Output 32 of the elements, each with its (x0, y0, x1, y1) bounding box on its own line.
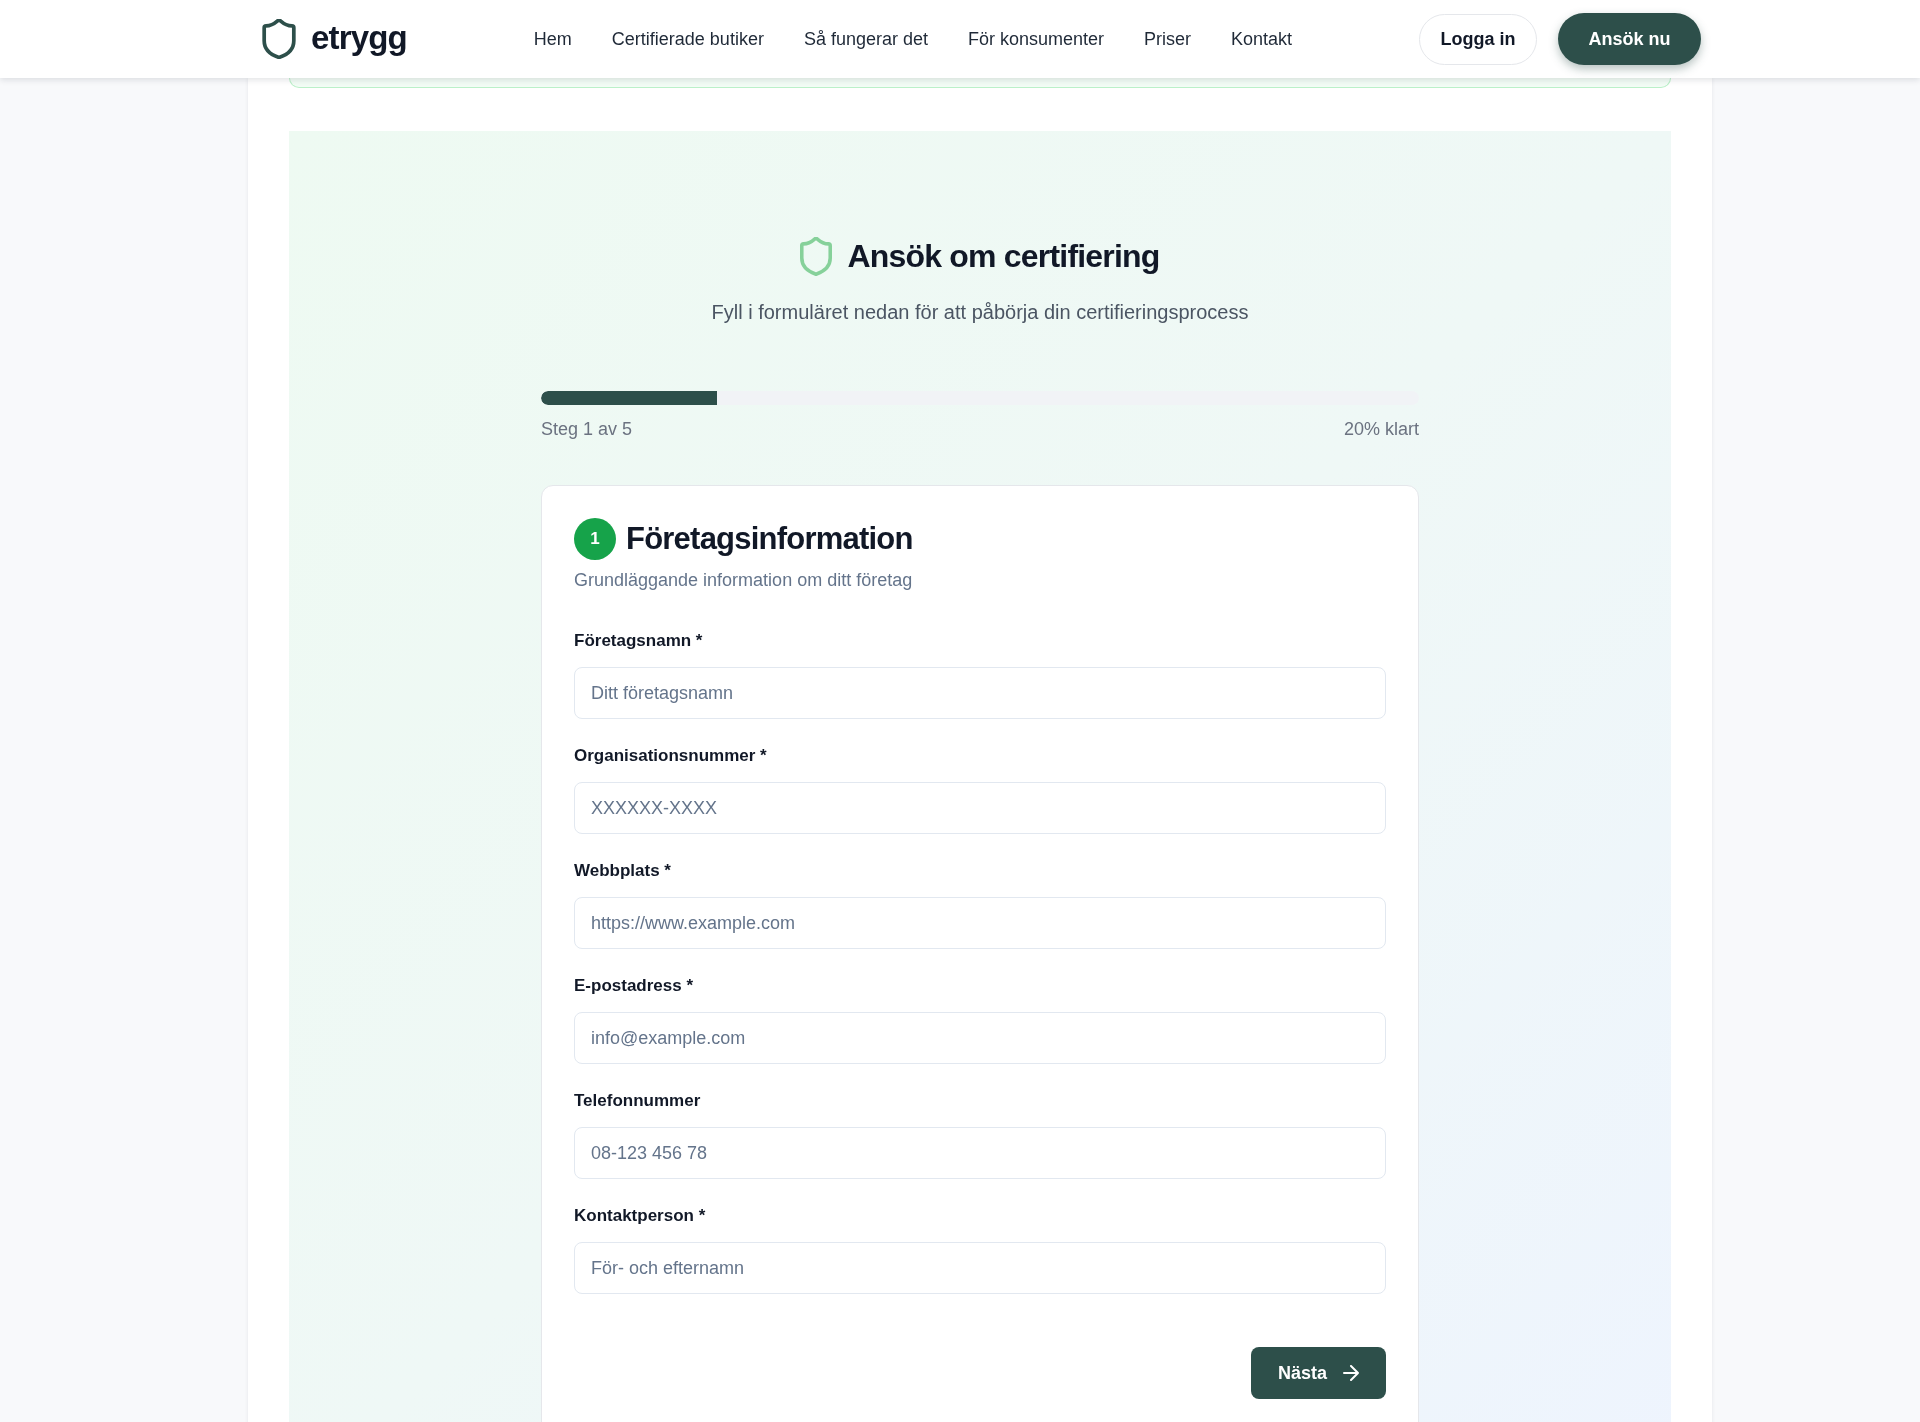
nav-link[interactable]: Så fungerar det (803, 25, 928, 53)
next-button[interactable]: Nästa (1251, 1347, 1386, 1399)
completion-percent: 20% klart (1343, 418, 1419, 441)
input-field[interactable]: XXXXXX-XXXX (574, 782, 1386, 834)
nav-link[interactable]: Hem (533, 25, 572, 53)
page-subtitle: Fyll i formuläret nedan för att påbörja din certifieringsprocess (711, 300, 1249, 325)
input-field[interactable]: info@example.com (574, 1012, 1386, 1064)
field-label: Webbplats * (574, 860, 672, 882)
step-number: 1 (574, 518, 616, 560)
arrow-right-icon (1343, 1365, 1359, 1381)
form-title: Företagsinformation (626, 520, 913, 558)
input-field[interactable]: För- och efternamn (574, 1242, 1386, 1294)
page-title: Ansök om certifiering (847, 237, 1160, 276)
input-field[interactable]: 08-123 456 78 (574, 1127, 1386, 1179)
input-field[interactable]: Ditt företagsnamn (574, 667, 1386, 719)
shield-icon (800, 236, 833, 276)
step-counter: Steg 1 av 5 (541, 418, 633, 441)
field-label: Organisationsnummer * (574, 745, 768, 767)
nav-link[interactable]: Priser (1144, 25, 1192, 53)
shield-logo-icon (262, 19, 296, 59)
logo-text: etrygg (311, 20, 407, 58)
input-field[interactable]: https://www.example.com (574, 897, 1386, 949)
field-label: Telefonnummer (574, 1090, 702, 1112)
form-subtitle: Grundläggande information om ditt företag (574, 569, 914, 592)
nav-link[interactable]: Kontakt (1231, 25, 1293, 53)
login-button[interactable]: Logga in (1419, 13, 1537, 65)
field-label: E-postadress * (574, 975, 695, 997)
field-label: Kontaktperson * (574, 1205, 707, 1227)
nav-link[interactable]: För konsumenter (968, 25, 1105, 53)
field-label: Företagsnamn * (574, 630, 704, 652)
apply-button[interactable]: Ansök nu (1558, 13, 1701, 65)
nav-link[interactable]: Certifierade butiker (611, 25, 764, 53)
